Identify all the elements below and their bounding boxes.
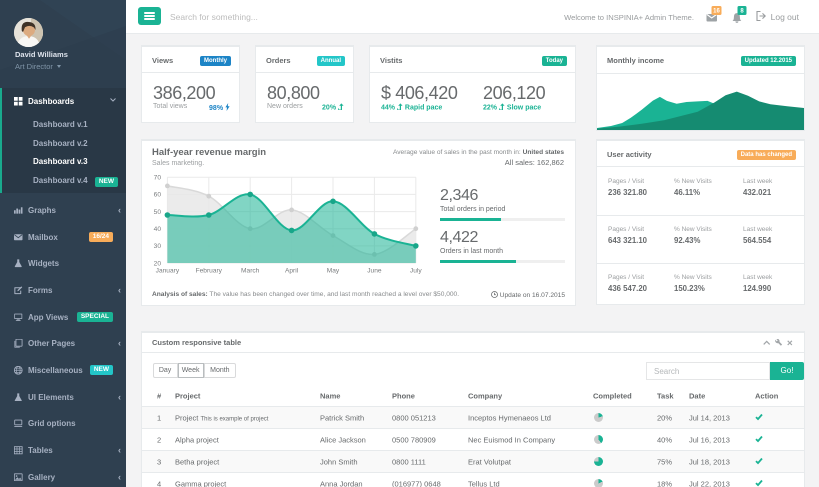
svg-text:20: 20: [154, 260, 162, 267]
svg-text:July: July: [410, 268, 422, 275]
svg-text:February: February: [196, 268, 223, 275]
svg-text:January: January: [156, 268, 180, 275]
svg-text:70: 70: [154, 175, 162, 182]
svg-text:March: March: [241, 268, 260, 275]
svg-text:30: 30: [154, 243, 162, 250]
svg-text:April: April: [285, 268, 299, 275]
svg-text:16: 16: [713, 9, 720, 15]
svg-text:May: May: [327, 268, 340, 275]
svg-text:60: 60: [154, 192, 162, 199]
svg-text:50: 50: [154, 209, 162, 216]
svg-text:June: June: [367, 268, 382, 275]
svg-text:40: 40: [154, 226, 162, 233]
